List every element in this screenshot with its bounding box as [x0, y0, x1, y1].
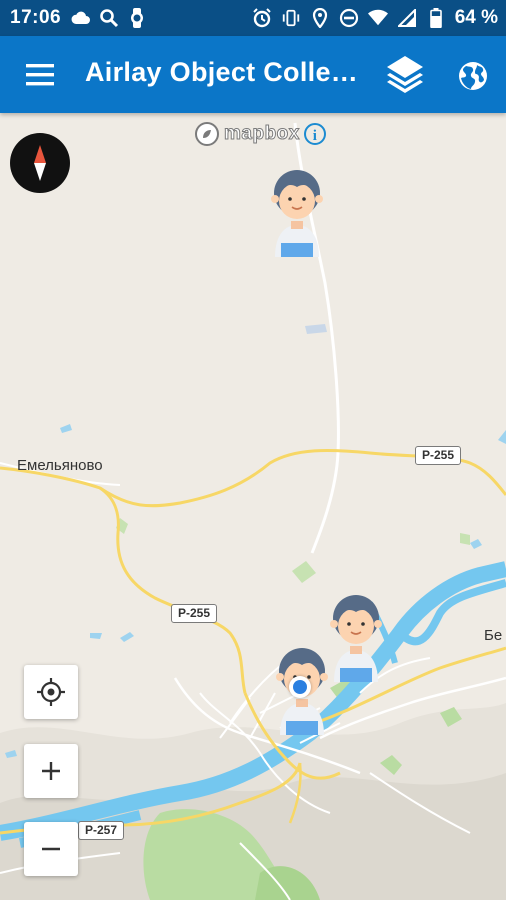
signal-icon [397, 8, 417, 28]
minus-icon [42, 847, 60, 851]
status-right-icons: 64 % [252, 0, 498, 36]
menu-button[interactable] [22, 58, 58, 92]
place-label: Емельяново [17, 457, 103, 474]
alarm-icon [252, 8, 272, 28]
status-bar: 17:06 64 % [0, 0, 506, 36]
location-icon [310, 8, 330, 28]
compass-button[interactable] [10, 133, 70, 193]
status-left-icons [71, 8, 147, 28]
road-shield: P-255 [415, 446, 462, 465]
watch-icon [127, 8, 147, 28]
zoom-out-button[interactable] [24, 822, 78, 876]
person-marker[interactable] [267, 161, 327, 257]
globe-button[interactable] [455, 58, 491, 94]
road-shield: P-255 [171, 604, 218, 623]
info-icon[interactable]: i [303, 123, 326, 145]
zoom-in-button[interactable] [24, 744, 78, 798]
search-icon [99, 8, 119, 28]
battery-percent: 64 % [454, 7, 498, 28]
person-icon [271, 170, 323, 257]
person-marker[interactable] [326, 586, 386, 682]
wifi-icon [367, 8, 388, 28]
person-icon [330, 595, 382, 682]
locate-button[interactable] [24, 665, 78, 719]
status-time: 17:06 [10, 7, 62, 28]
cloud-icon [71, 8, 91, 28]
mapbox-wordmark: mapbox [224, 123, 300, 145]
dnd-icon [339, 8, 359, 28]
road-shield: P-257 [78, 821, 125, 840]
layers-icon [387, 56, 423, 93]
menu-icon [26, 64, 54, 86]
compass-icon [34, 145, 46, 181]
layers-button[interactable] [383, 54, 427, 94]
current-location-dot [289, 676, 311, 698]
mapbox-mark-icon [195, 122, 219, 146]
place-label: Бе [484, 627, 503, 644]
globe-icon [459, 62, 487, 90]
map-view[interactable]: Емельяново Бе P-255 P-255 P-257 mapbox i [0, 113, 506, 900]
plus-icon [42, 762, 60, 780]
vibrate-icon [281, 8, 301, 28]
battery-icon [426, 8, 446, 28]
crosshair-icon [37, 678, 65, 706]
app-title: Airlay Object Colle… [85, 57, 359, 87]
app-bar: Airlay Object Colle… [0, 36, 506, 113]
mapbox-logo[interactable]: mapbox i [194, 121, 326, 147]
